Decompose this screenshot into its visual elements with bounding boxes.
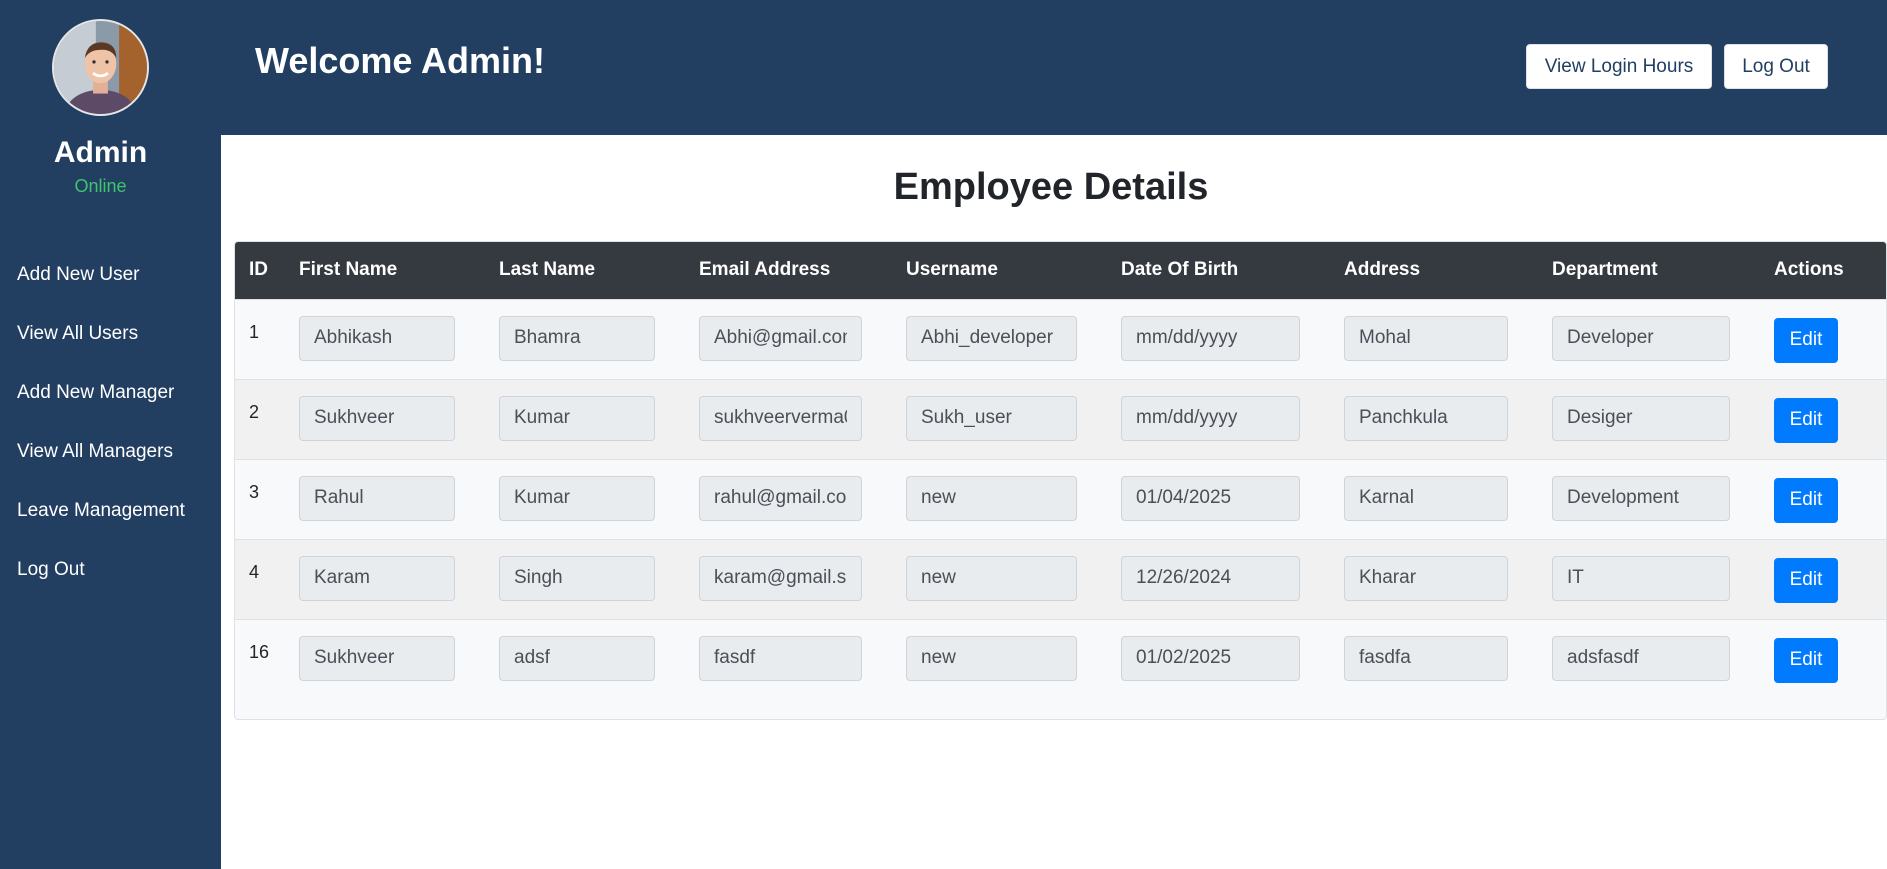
- last-name-field[interactable]: [499, 635, 655, 681]
- employee-table: ID First Name Last Name Email Address Us…: [235, 242, 1886, 699]
- nav-leave-management[interactable]: Leave Management: [17, 495, 185, 554]
- username-field[interactable]: [906, 555, 1077, 601]
- last-name-field[interactable]: [499, 555, 655, 601]
- table-row: 3 Edit: [235, 459, 1886, 539]
- welcome-title: Welcome Admin!: [255, 40, 546, 81]
- nav-add-new-manager[interactable]: Add New Manager: [17, 377, 185, 436]
- table-row: 16 Edit: [235, 619, 1886, 699]
- nav-view-all-users[interactable]: View All Users: [17, 318, 185, 377]
- col-username: Username: [906, 259, 998, 281]
- table-header-row: ID First Name Last Name Email Address Us…: [235, 242, 1886, 299]
- col-department: Department: [1552, 259, 1658, 281]
- username-field[interactable]: [906, 395, 1077, 441]
- department-field[interactable]: [1552, 635, 1730, 681]
- first-name-field[interactable]: [299, 315, 455, 361]
- address-field[interactable]: [1344, 315, 1508, 361]
- top-header: Welcome Admin! View Login Hours Log Out: [221, 0, 1887, 135]
- nav-log-out[interactable]: Log Out: [17, 554, 185, 613]
- row-id: 4: [249, 561, 260, 582]
- address-field[interactable]: [1344, 635, 1508, 681]
- view-login-hours-button[interactable]: View Login Hours: [1526, 44, 1712, 89]
- sidebar: Admin Online Add New User View All Users…: [0, 0, 221, 869]
- col-first-name: First Name: [299, 259, 398, 281]
- email-field[interactable]: [699, 475, 862, 521]
- last-name-field[interactable]: [499, 395, 655, 441]
- last-name-field[interactable]: [499, 475, 655, 521]
- employee-table-container: ID First Name Last Name Email Address Us…: [234, 241, 1887, 720]
- avatar: [52, 19, 149, 116]
- nav-add-new-user[interactable]: Add New User: [17, 259, 185, 318]
- username-field[interactable]: [906, 315, 1077, 361]
- row-id: 1: [249, 321, 260, 342]
- username-field[interactable]: [906, 475, 1077, 521]
- edit-button[interactable]: Edit: [1774, 557, 1838, 603]
- col-dob: Date Of Birth: [1121, 259, 1239, 281]
- email-field[interactable]: [699, 395, 862, 441]
- table-row: 4 Edit: [235, 539, 1886, 619]
- dob-field[interactable]: [1121, 475, 1300, 521]
- row-id: 16: [249, 641, 270, 662]
- dob-field[interactable]: [1121, 395, 1300, 441]
- department-field[interactable]: [1552, 475, 1730, 521]
- email-field[interactable]: [699, 315, 862, 361]
- email-field[interactable]: [699, 555, 862, 601]
- dob-field[interactable]: [1121, 635, 1300, 681]
- edit-button[interactable]: Edit: [1774, 637, 1838, 683]
- logout-button[interactable]: Log Out: [1724, 44, 1828, 89]
- first-name-field[interactable]: [299, 395, 455, 441]
- col-last-name: Last Name: [499, 259, 596, 281]
- row-id: 2: [249, 401, 260, 422]
- address-field[interactable]: [1344, 475, 1508, 521]
- last-name-field[interactable]: [499, 315, 655, 361]
- edit-button[interactable]: Edit: [1774, 397, 1838, 443]
- first-name-field[interactable]: [299, 635, 455, 681]
- avatar-icon: [54, 21, 147, 114]
- col-actions: Actions: [1774, 259, 1844, 281]
- first-name-field[interactable]: [299, 555, 455, 601]
- edit-button[interactable]: Edit: [1774, 477, 1838, 523]
- department-field[interactable]: [1552, 395, 1730, 441]
- admin-name: Admin: [53, 136, 148, 169]
- address-field[interactable]: [1344, 555, 1508, 601]
- email-field[interactable]: [699, 635, 862, 681]
- edit-button[interactable]: Edit: [1774, 317, 1838, 363]
- page-title: Employee Details: [893, 166, 1209, 208]
- dob-field[interactable]: [1121, 315, 1300, 361]
- department-field[interactable]: [1552, 315, 1730, 361]
- first-name-field[interactable]: [299, 475, 455, 521]
- dob-field[interactable]: [1121, 555, 1300, 601]
- online-status: Online: [74, 176, 127, 196]
- table-row: 1 Edit: [235, 299, 1886, 379]
- sidebar-nav: Add New User View All Users Add New Mana…: [17, 259, 185, 613]
- address-field[interactable]: [1344, 395, 1508, 441]
- username-field[interactable]: [906, 635, 1077, 681]
- table-row: 2 Edit: [235, 379, 1886, 459]
- col-address: Address: [1344, 259, 1421, 281]
- nav-view-all-managers[interactable]: View All Managers: [17, 436, 185, 495]
- col-id: ID: [249, 259, 268, 281]
- row-id: 3: [249, 481, 260, 502]
- department-field[interactable]: [1552, 555, 1730, 601]
- col-email: Email Address: [699, 259, 831, 281]
